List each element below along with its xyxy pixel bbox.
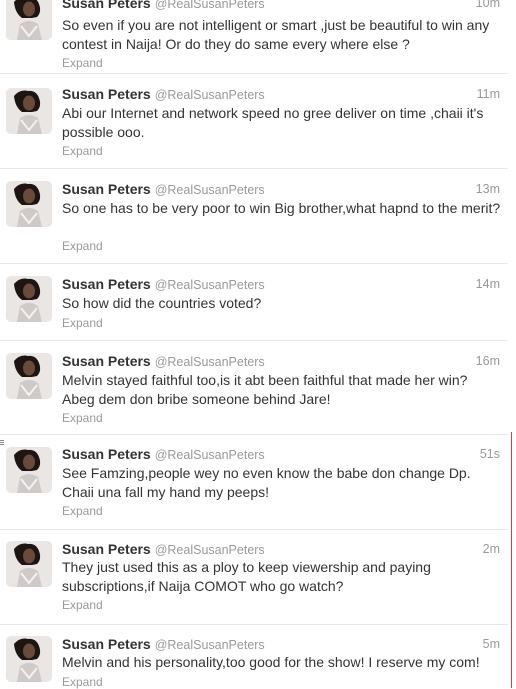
tweet-text: Abi our Internet and network speed no gr… (62, 105, 484, 140)
tweet-text: Melvin stayed faithful too,is it abt bee… (62, 372, 468, 407)
expand-link[interactable]: Expand (62, 316, 103, 330)
author-name[interactable]: Susan Peters (62, 86, 151, 102)
author-name[interactable]: Susan Peters (62, 276, 151, 292)
gutter-mark (0, 440, 4, 446)
tweet-timestamp[interactable]: 5m (483, 635, 500, 653)
tweet-timestamp[interactable]: 11m (477, 85, 500, 103)
expand-link[interactable]: Expand (62, 56, 103, 70)
tweet-item[interactable]: Susan Peters @RealSusanPeters 5m Melvin an… (0, 625, 508, 689)
author-handle[interactable]: @RealSusanPeters (155, 543, 265, 557)
author-name[interactable]: Susan Peters (62, 541, 151, 557)
avatar[interactable] (6, 541, 52, 587)
tweet-text: So how did the countries voted? (62, 295, 262, 311)
tweet-timestamp[interactable]: 2m (483, 540, 500, 558)
author-handle[interactable]: @RealSusanPeters (155, 183, 265, 197)
tweet-item[interactable]: Susan Peters @RealSusanPeters 14m So how d… (0, 264, 508, 341)
tweet-text: See Famzing,people wey no even know the … (62, 465, 471, 500)
avatar[interactable] (6, 447, 52, 493)
tweet-item[interactable]: Susan Peters @RealSusanPeters 10m So even … (0, 0, 508, 74)
tweet-item[interactable]: Susan Peters @RealSusanPeters 2m They just… (0, 530, 508, 625)
author-name[interactable]: Susan Peters (62, 0, 151, 11)
author-handle[interactable]: @RealSusanPeters (155, 278, 265, 292)
tweet-item[interactable]: Susan Peters @RealSusanPeters 16m Melvin s… (0, 341, 508, 435)
expand-link[interactable]: Expand (62, 144, 103, 158)
expand-link[interactable]: Expand (62, 239, 103, 253)
tweet-item[interactable]: Susan Peters @RealSusanPeters 11m Abi our … (0, 74, 508, 169)
author-name[interactable]: Susan Peters (62, 353, 151, 369)
expand-link[interactable]: Expand (62, 598, 103, 612)
author-handle[interactable]: @RealSusanPeters (155, 355, 265, 369)
tweet-timestamp[interactable]: 10m (476, 0, 500, 12)
tweet-text: Melvin and his personality,too good for … (62, 654, 480, 670)
tweet-timestamp[interactable]: 51s (480, 445, 500, 463)
avatar[interactable] (6, 0, 52, 40)
author-name[interactable]: Susan Peters (62, 181, 151, 197)
tweet-item[interactable]: Susan Peters @RealSusanPeters 13m So one h… (0, 169, 508, 264)
tweet-timestamp[interactable]: 13m (476, 180, 500, 198)
avatar[interactable] (6, 181, 52, 227)
tweet-text: So one has to be very poor to win Big br… (62, 200, 501, 216)
avatar[interactable] (6, 636, 52, 682)
avatar[interactable] (6, 88, 52, 134)
avatar[interactable] (6, 276, 52, 322)
new-tweets-divider (511, 432, 512, 688)
tweet-text: They just used this as a ploy to keep vi… (62, 559, 431, 594)
author-handle[interactable]: @RealSusanPeters (155, 0, 265, 11)
author-handle[interactable]: @RealSusanPeters (155, 638, 265, 652)
tweet-timestamp[interactable]: 16m (476, 352, 500, 370)
avatar[interactable] (6, 353, 52, 399)
expand-link[interactable]: Expand (62, 504, 103, 518)
expand-link[interactable]: Expand (62, 411, 103, 425)
author-name[interactable]: Susan Peters (62, 636, 151, 652)
expand-link[interactable]: Expand (62, 675, 103, 689)
tweet-text: So even if you are not intelligent or sm… (62, 17, 490, 52)
author-handle[interactable]: @RealSusanPeters (155, 88, 265, 102)
tweet-item[interactable]: Susan Peters @RealSusanPeters 51s See Famz… (0, 435, 508, 530)
author-name[interactable]: Susan Peters (62, 446, 151, 462)
author-handle[interactable]: @RealSusanPeters (155, 448, 265, 462)
tweet-timestamp[interactable]: 14m (476, 275, 500, 293)
